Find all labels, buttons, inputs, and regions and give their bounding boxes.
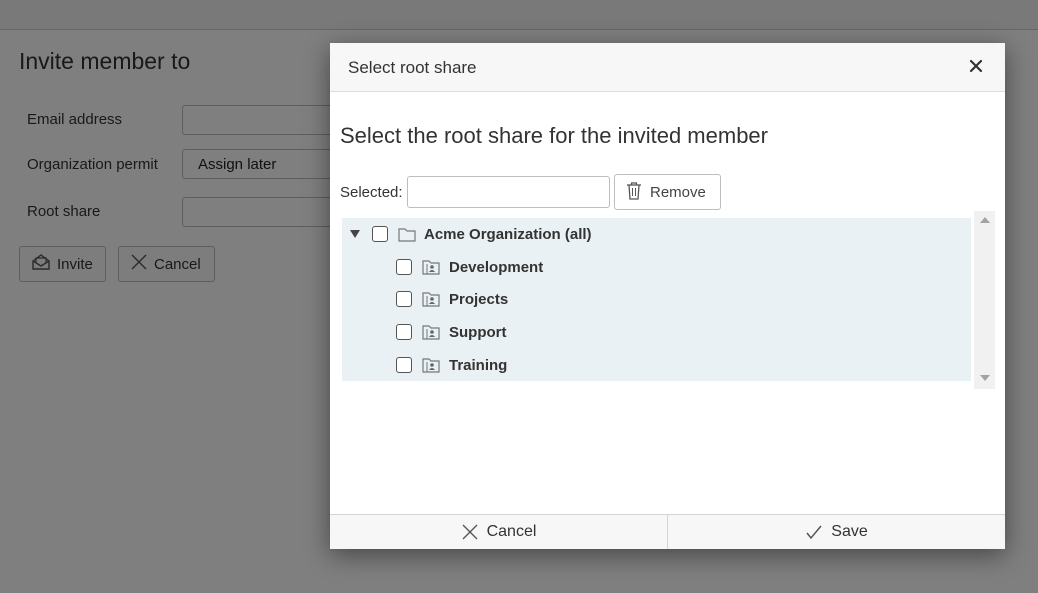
share-tree: Acme Organization (all) Development Proj… (342, 218, 971, 381)
dialog-header: Select root share (330, 43, 1005, 92)
cancel-button[interactable]: Cancel (330, 515, 667, 549)
dialog-heading: Select the root share for the invited me… (340, 123, 768, 148)
tree-checkbox-projects[interactable] (396, 291, 412, 307)
tree-scrollbar[interactable] (974, 211, 995, 389)
select-root-share-dialog: Select root share Select the root share … (330, 43, 1005, 549)
x-icon (461, 523, 479, 541)
selected-label: Selected: (340, 184, 403, 201)
folder-icon (398, 227, 416, 242)
cancel-label: Cancel (486, 523, 537, 540)
save-button[interactable]: Save (667, 515, 1005, 549)
tree-item-label-projects[interactable]: Projects (449, 291, 508, 308)
remove-label: Remove (650, 183, 706, 201)
tree-item-label-development[interactable]: Development (449, 259, 543, 276)
dialog-title: Select root share (348, 58, 477, 77)
tree-item-development: Development (396, 253, 543, 281)
shared-folder-icon (422, 357, 440, 373)
tree-item-root: Acme Organization (all) (350, 220, 592, 248)
save-label: Save (831, 523, 868, 540)
expand-toggle[interactable] (350, 229, 360, 239)
checkmark-icon (805, 524, 823, 540)
scroll-up-arrow-icon[interactable] (980, 217, 990, 223)
tree-checkbox-root[interactable] (372, 226, 388, 242)
tree-item-label-root[interactable]: Acme Organization (all) (424, 226, 592, 243)
trash-icon (626, 181, 642, 204)
shared-folder-icon (422, 291, 440, 307)
tree-checkbox-training[interactable] (396, 357, 412, 373)
close-button[interactable] (965, 57, 987, 79)
scroll-down-arrow-icon[interactable] (980, 375, 990, 381)
selected-input[interactable] (407, 176, 610, 208)
tree-checkbox-support[interactable] (396, 324, 412, 340)
tree-item-label-training[interactable]: Training (449, 357, 507, 374)
remove-button[interactable]: Remove (614, 174, 721, 210)
dialog-footer: Cancel Save (330, 514, 1005, 549)
tree-item-training: Training (396, 351, 507, 379)
tree-checkbox-development[interactable] (396, 259, 412, 275)
shared-folder-icon (422, 324, 440, 340)
shared-folder-icon (422, 259, 440, 275)
tree-item-projects: Projects (396, 285, 508, 313)
tree-item-label-support[interactable]: Support (449, 324, 507, 341)
close-icon (969, 59, 983, 78)
tree-item-support: Support (396, 318, 507, 346)
